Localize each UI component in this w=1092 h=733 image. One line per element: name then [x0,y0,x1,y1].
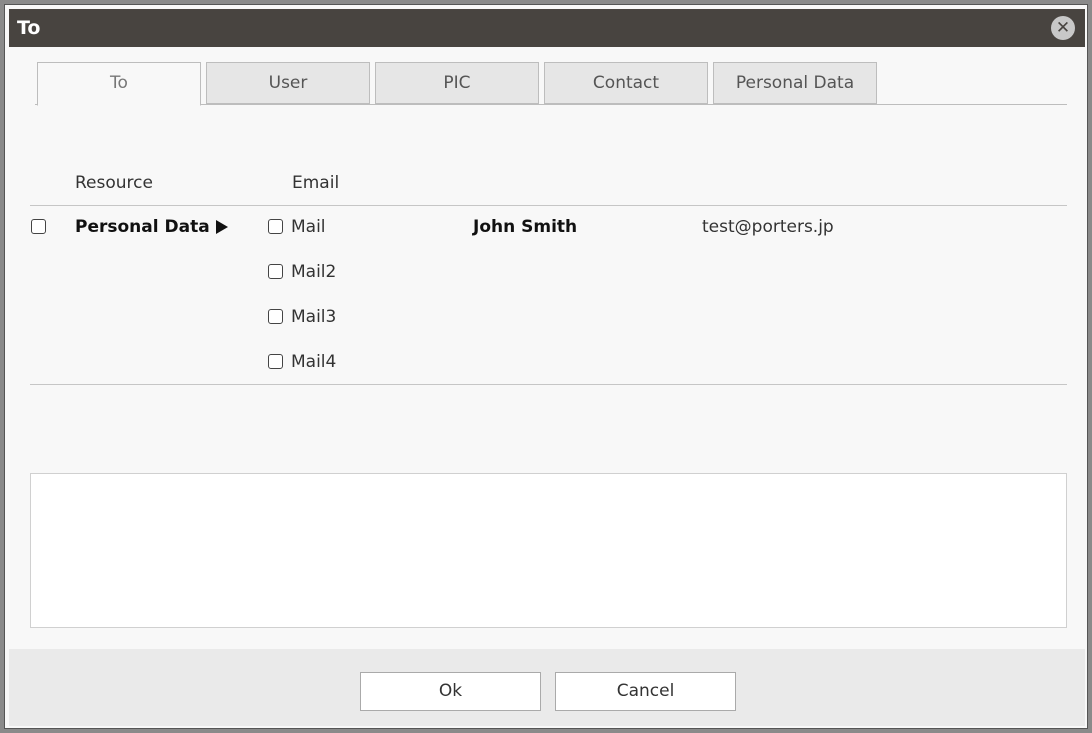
table-bottom-divider [30,384,1067,385]
tab-personal-data[interactable]: Personal Data [713,62,877,104]
recipients-textarea[interactable] [30,473,1067,628]
dialog-titlebar: To ✕ [9,9,1085,47]
table-header-divider [30,205,1067,206]
tab-user[interactable]: User [206,62,370,104]
column-header-email: Email [292,173,340,193]
close-icon[interactable]: ✕ [1051,16,1075,40]
cancel-button[interactable]: Cancel [555,672,736,711]
mail-option-label: Mail [291,217,326,237]
tab-pic[interactable]: PIC [375,62,539,104]
recipient-tabs: To User PIC Contact Personal Data [35,61,1067,106]
column-header-resource: Resource [75,173,153,193]
mail4-checkbox[interactable] [268,354,283,369]
dialog-title: To [17,17,41,39]
contact-name: John Smith [473,217,578,237]
mail2-option-label: Mail2 [291,262,337,282]
mail3-checkbox[interactable] [268,309,283,324]
mail3-option-label: Mail3 [291,307,337,327]
mail-checkbox[interactable] [268,219,283,234]
ok-button[interactable]: Ok [360,672,541,711]
dialog-footer: Ok Cancel [9,649,1085,726]
mail4-option-label: Mail4 [291,352,337,372]
mail2-checkbox[interactable] [268,264,283,279]
resource-name: Personal Data [75,217,210,237]
to-dialog: To ✕ To User PIC Contact Personal Data R… [4,4,1088,729]
tab-contact[interactable]: Contact [544,62,708,104]
contact-email: test@porters.jp [702,217,834,237]
triangle-right-icon[interactable] [216,220,228,234]
tab-to[interactable]: To [37,62,201,106]
row-select-checkbox[interactable] [31,219,46,234]
